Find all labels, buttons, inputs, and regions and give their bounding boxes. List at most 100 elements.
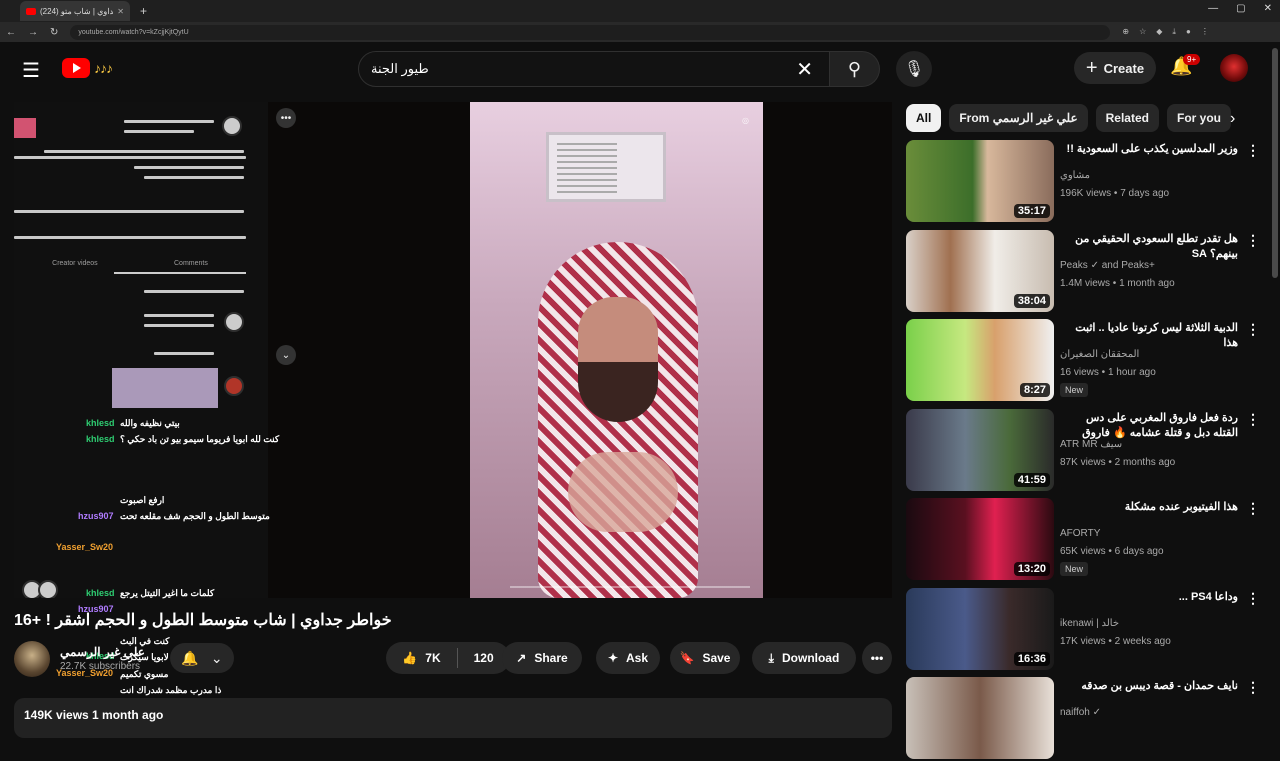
video-thumbnail[interactable]: 41:59 bbox=[906, 408, 1054, 491]
recommendation-title[interactable]: وداعا PS4 ... bbox=[1060, 590, 1238, 605]
tab-close-icon[interactable]: ✕ bbox=[117, 7, 124, 16]
recommendation-title[interactable]: هذا الفيتيوبر عنده مشكلة bbox=[1060, 500, 1238, 515]
page-scrollbar[interactable] bbox=[1272, 48, 1278, 278]
recommendation-channel[interactable]: AFORTY bbox=[1060, 528, 1100, 539]
recommendation-channel[interactable]: ATR MR سيف bbox=[1060, 439, 1122, 450]
doodle-dancers-icon: ♪♪♪ bbox=[94, 60, 113, 76]
downloads-icon[interactable]: ⤓ bbox=[1172, 27, 1176, 37]
download-label: Download bbox=[781, 651, 840, 665]
chip-1[interactable]: From علي غير الرسمي bbox=[949, 104, 1088, 132]
download-icon: ⤓ bbox=[768, 650, 774, 665]
recommendation-meta: 1.4M views • 1 month ago bbox=[1060, 277, 1175, 289]
chat-avatar bbox=[224, 376, 244, 396]
recommendation-item[interactable]: 35:17 وزير المدلسين يكذب على السعودية !! م… bbox=[906, 140, 1260, 224]
chevron-down-icon[interactable]: ⌄ bbox=[276, 345, 296, 365]
video-thumbnail[interactable] bbox=[906, 677, 1054, 759]
kebab-menu-icon[interactable]: ⋮ bbox=[1246, 232, 1260, 249]
recommendation-channel[interactable]: Peaks ✓ and Peaks+ bbox=[1060, 260, 1155, 271]
kebab-menu-icon[interactable]: ⋮ bbox=[1246, 679, 1260, 696]
youtube-favicon-icon bbox=[26, 7, 36, 15]
chat-username: Yasser_Sw20 bbox=[56, 542, 114, 552]
chevron-right-icon[interactable]: › bbox=[1230, 110, 1235, 128]
chat-text-line bbox=[124, 130, 194, 133]
zoom-icon[interactable]: ⊕ bbox=[1122, 27, 1129, 37]
recommendation-title[interactable]: الدبية الثلاثة ليس كرتونا عاديا .. اثبت … bbox=[1060, 321, 1238, 351]
new-badge: New bbox=[1060, 562, 1089, 576]
thumbs-up-icon[interactable]: 👍 bbox=[402, 651, 417, 665]
browser-menu-icon[interactable]: ⋮ bbox=[1201, 27, 1209, 37]
address-bar[interactable]: youtube.com/watch?v=kZcjjKjtQytU bbox=[70, 24, 1111, 40]
browser-tabbar: (224) خواطر جداوي | شاب متو ✕ + — ▢ ✕ bbox=[0, 0, 1280, 22]
like-dislike-group[interactable]: 👍 7K 120 bbox=[386, 642, 510, 674]
kebab-menu-icon[interactable]: ⋮ bbox=[1246, 500, 1260, 517]
recommendation-item[interactable]: نايف حمدان - قصة ديبس بن صدقه naiffoh ✓ ⋮ bbox=[906, 677, 1260, 761]
video-thumbnail[interactable]: 38:04 bbox=[906, 229, 1054, 312]
chat-username: hzus907 bbox=[78, 511, 114, 521]
clear-search-icon[interactable]: ✕ bbox=[796, 57, 813, 82]
hamburger-menu-icon[interactable]: ☰ bbox=[22, 58, 40, 83]
maximize-icon[interactable]: ▢ bbox=[1236, 3, 1245, 14]
kebab-menu-icon[interactable]: ⋮ bbox=[1246, 411, 1260, 428]
back-icon[interactable]: ← bbox=[6, 27, 16, 38]
chip-0[interactable]: All bbox=[906, 104, 942, 132]
save-button[interactable]: 🔖 Save bbox=[670, 642, 740, 674]
share-button[interactable]: ↗ Share bbox=[502, 642, 582, 674]
kebab-menu-icon[interactable]: ⋮ bbox=[1246, 321, 1260, 338]
chat-link-line bbox=[14, 236, 246, 239]
voice-search-button[interactable]: 🎙 bbox=[896, 51, 932, 87]
channel-avatar[interactable] bbox=[14, 641, 50, 677]
chip-2[interactable]: Related bbox=[1095, 104, 1159, 132]
chevron-down-icon: ⌄ bbox=[210, 649, 223, 666]
hand-graphic bbox=[568, 452, 678, 532]
recommendation-channel[interactable]: المحققان الصغيران bbox=[1060, 349, 1139, 360]
video-thumbnail[interactable]: 13:20 bbox=[906, 498, 1054, 580]
kebab-menu-icon[interactable]: ⋮ bbox=[1246, 142, 1260, 159]
notification-count-badge: 9+ bbox=[1183, 54, 1201, 65]
youtube-logo[interactable]: ♪♪♪ bbox=[62, 58, 113, 78]
close-window-icon[interactable]: ✕ bbox=[1264, 3, 1272, 14]
recommendation-title[interactable]: هل تقدر تطلع السعودي الحقيقي من بينهم؟ S… bbox=[1060, 232, 1238, 262]
ask-label: Ask bbox=[626, 651, 649, 665]
extension-icon[interactable]: ◆ bbox=[1156, 27, 1162, 37]
browser-tab[interactable]: (224) خواطر جداوي | شاب متو ✕ bbox=[20, 1, 130, 21]
minimize-icon[interactable]: — bbox=[1208, 3, 1218, 14]
video-player[interactable]: Creator videos Comments ••• ⌄ ◎ bbox=[14, 102, 892, 598]
download-button[interactable]: ⤓ Download bbox=[752, 642, 856, 674]
ask-button[interactable]: ✦ Ask bbox=[596, 642, 660, 674]
recommendation-item[interactable]: 38:04 هل تقدر تطلع السعودي الحقيقي من بين… bbox=[906, 229, 1260, 314]
recommendation-title[interactable]: ردة فعل فاروق المغربي على دس القتله دبل … bbox=[1060, 411, 1238, 441]
video-thumbnail[interactable]: 16:36 bbox=[906, 587, 1054, 670]
create-button[interactable]: + Create bbox=[1074, 52, 1156, 84]
more-actions-button[interactable]: ••• bbox=[862, 642, 892, 674]
reload-icon[interactable]: ↻ bbox=[50, 27, 58, 38]
recommendation-item[interactable]: 41:59 ردة فعل فاروق المغربي على دس القتله… bbox=[906, 408, 1260, 493]
account-avatar[interactable] bbox=[1220, 54, 1248, 82]
new-tab-icon[interactable]: + bbox=[140, 4, 147, 18]
search-button[interactable]: ⚲ bbox=[830, 51, 880, 87]
sparkle-icon: ✦ bbox=[607, 651, 619, 665]
kebab-menu-icon[interactable]: ⋮ bbox=[1246, 590, 1260, 607]
recommendation-channel[interactable]: ikenawi | خالد bbox=[1060, 618, 1119, 629]
forward-icon[interactable]: → bbox=[28, 27, 38, 38]
player-more-icon[interactable]: ••• bbox=[276, 108, 296, 128]
channel-name[interactable]: علي غير الرسمي bbox=[60, 645, 145, 659]
recommendation-title[interactable]: نايف حمدان - قصة ديبس بن صدقه bbox=[1060, 679, 1238, 694]
recommendation-title[interactable]: وزير المدلسين يكذب على السعودية !! bbox=[1060, 142, 1238, 157]
chip-3[interactable]: For you bbox=[1166, 104, 1231, 132]
bookmark-icon: 🔖 bbox=[679, 651, 695, 665]
video-thumbnail[interactable]: 8:27 bbox=[906, 319, 1054, 401]
chat-text-line bbox=[124, 120, 214, 123]
video-thumbnail[interactable]: 35:17 bbox=[906, 140, 1054, 222]
recommendation-channel[interactable]: naiffoh ✓ bbox=[1060, 707, 1101, 718]
recommendation-channel[interactable]: مشاوي bbox=[1060, 170, 1090, 181]
subscription-bell-button[interactable]: 🔔 ⌄ bbox=[170, 643, 234, 673]
comment-count[interactable]: 120 bbox=[474, 651, 494, 665]
video-progress-bar[interactable] bbox=[510, 586, 750, 588]
star-icon[interactable]: ☆ bbox=[1139, 27, 1146, 37]
search-input[interactable]: طيور الجنة ✕ bbox=[358, 51, 830, 87]
recommendation-item[interactable]: 13:20 هذا الفيتيوبر عنده مشكلة AFORTY 65K v… bbox=[906, 498, 1260, 582]
recommendation-item[interactable]: 16:36 وداعا PS4 ... ikenawi | خالد 17K view… bbox=[906, 587, 1260, 672]
recommendation-item[interactable]: 8:27 الدبية الثلاثة ليس كرتونا عاديا .. ا… bbox=[906, 319, 1260, 403]
chat-header-badge bbox=[14, 118, 36, 138]
profile-icon[interactable]: ● bbox=[1186, 27, 1191, 37]
